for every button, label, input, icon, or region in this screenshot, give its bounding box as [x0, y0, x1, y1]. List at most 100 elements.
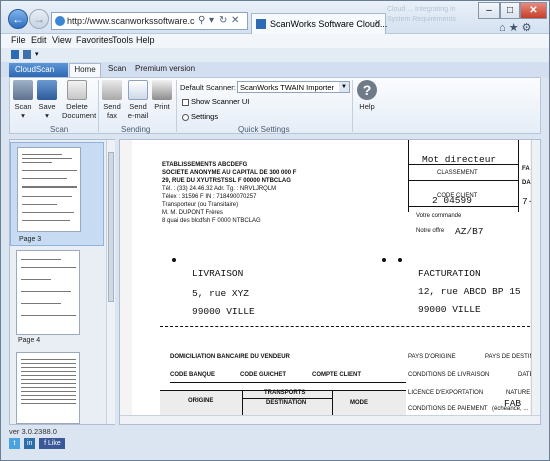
search-icon[interactable]: ⚲ [198, 15, 205, 26]
forward-button[interactable]: → [29, 9, 49, 29]
tab-home[interactable]: Home [69, 63, 101, 77]
group-label-scan: Scan [50, 125, 69, 134]
tab-scan[interactable]: Scan [108, 64, 126, 73]
thumbnail-label: Page 3 [19, 236, 42, 243]
doc-text: 2 04599 [432, 195, 472, 206]
close-tab-icon[interactable]: × [375, 17, 381, 29]
doc-text: FACTURATION [418, 268, 481, 279]
dot [398, 258, 402, 262]
floppy-disk-icon [37, 80, 57, 100]
close-window-button[interactable]: ✕ [520, 2, 547, 19]
doc-text: Tél. : (33) 24.46.32 Adr. Tg. : NRVLJRQL… [162, 186, 277, 192]
doc-text: Votre commande [416, 213, 462, 219]
doc-text: (échéance, ... [492, 406, 529, 412]
minimize-button[interactable]: – [478, 2, 500, 19]
print-button[interactable]: Print [152, 80, 172, 111]
toolbar-icons[interactable]: ⌂ ★ ⚙ [499, 21, 531, 34]
document-viewer[interactable]: ETABLISSEMENTS ABCDEFG SOCIETE ANONYME A… [119, 139, 541, 425]
site-favicon-icon [256, 19, 266, 29]
menu-edit[interactable]: Edit [31, 35, 47, 45]
doc-text: SOCIETE ANONYME AU CAPITAL DE 300 000 F [162, 170, 297, 176]
group-label-quick-settings: Quick Settings [238, 125, 290, 134]
linkedin-icon[interactable]: in [24, 438, 36, 449]
scanner-icon[interactable] [11, 50, 19, 59]
doc-text: NATURE [506, 390, 531, 396]
chevron-down-icon[interactable]: ▼ [339, 82, 349, 92]
doc-text: ETABLISSEMENTS ABCDEFG [162, 162, 248, 168]
refresh-icon[interactable]: ↻ [219, 15, 227, 26]
dropdown-icon[interactable]: ▾ [35, 50, 43, 59]
doc-text: DA [522, 180, 531, 186]
menu-view[interactable]: View [52, 35, 71, 45]
page-thumbnail [17, 147, 81, 232]
app-window: ← → http://www.scanworkssoftware.com/pro… [0, 0, 550, 461]
ie-icon [55, 16, 65, 26]
thumbnail-page-3[interactable]: Page 3 [10, 142, 104, 246]
doc-text: DOMICILIATION BANCAIRE DU VENDEUR [170, 354, 290, 360]
ribbon-tabs: CloudScan Home Scan Premium version [1, 62, 549, 77]
doc-text: Notre offre [416, 228, 445, 234]
send-fax-button[interactable]: Send fax [102, 80, 122, 120]
save-button[interactable]: Save ▾ [36, 80, 58, 120]
facebook-like-button[interactable]: f Like [39, 438, 66, 449]
fax-icon [102, 80, 122, 100]
stop-icon[interactable]: ✕ [231, 15, 239, 26]
tab-premium[interactable]: Premium version [135, 64, 195, 73]
browser-tab[interactable]: ScanWorks Software Cloud... × [251, 13, 387, 34]
document-page: ETABLISSEMENTS ABCDEFG SOCIETE ANONYME A… [132, 140, 534, 417]
maximize-button[interactable]: □ [500, 2, 520, 19]
doc-text: M. M. DUPONT Frères [162, 210, 223, 216]
scrollbar-thumb[interactable] [108, 152, 114, 302]
quick-access-toolbar: ▾ [1, 48, 549, 62]
thumbnail-panel: Page 3 Page 4 [9, 139, 115, 425]
thumbnail-scrollbar[interactable] [106, 140, 115, 424]
version-text: ver 3.0.2388.0 [9, 427, 57, 436]
scanner-select[interactable]: ScanWorks TWAIN Importer ▼ [237, 81, 350, 93]
scanner-icon [13, 80, 33, 100]
doc-text: Télex : 31596 F IN : 718490070257 [162, 194, 257, 200]
show-scanner-ui-checkbox[interactable]: Show Scanner UI [182, 97, 249, 106]
social-buttons: t in f Like [9, 438, 67, 450]
help-button[interactable]: ? Help [356, 80, 378, 111]
divider [160, 326, 530, 327]
send-email-button[interactable]: Send e-mail [126, 80, 150, 120]
document-vertical-scrollbar[interactable] [531, 140, 540, 416]
scan-button[interactable]: Scan ▾ [12, 80, 34, 120]
page-thumbnail [16, 352, 80, 424]
doc-text: CODE BANQUE [170, 372, 216, 378]
doc-text: COMPTE CLIENT [312, 372, 361, 378]
save-icon[interactable] [23, 50, 31, 59]
document-horizontal-scrollbar[interactable] [120, 415, 540, 424]
dropdown-icon[interactable]: ▾ [209, 15, 214, 26]
doc-text: CONDITIONS DE PAIEMENT [408, 406, 488, 412]
doc-text: 29, RUE DU XYUTRSTSSL F 00000 NTBCLAG [162, 178, 291, 184]
menu-help[interactable]: Help [136, 35, 155, 45]
app-menu-button[interactable]: CloudScan [9, 63, 68, 77]
doc-text: 99000 VILLE [192, 306, 255, 317]
menu-file[interactable]: File [11, 35, 26, 45]
menu-tools[interactable]: Tools [112, 35, 133, 45]
delete-document-button[interactable]: Delete Document [62, 80, 96, 120]
separator [98, 80, 99, 132]
twitter-icon[interactable]: t [9, 438, 20, 449]
settings-radio[interactable]: Settings [182, 112, 218, 121]
address-bar[interactable]: http://www.scanworkssoftware.com/product… [51, 12, 248, 30]
doc-text: PAYS DE DESTIN [485, 354, 534, 360]
doc-text: 12, rue ABCD BP 15 [418, 286, 521, 297]
menu-favorites[interactable]: Favorites [76, 35, 113, 45]
doc-text: DESTINATION [266, 400, 307, 406]
background-text: Cloud ... Integrating in System Requirem… [387, 6, 456, 23]
dot [172, 258, 176, 262]
doc-text: 5, rue XYZ [192, 288, 250, 299]
url-text: http://www.scanworkssoftware.com/product… [67, 16, 195, 26]
question-mark-icon: ? [357, 80, 377, 100]
group-label-sending: Sending [121, 125, 151, 134]
doc-text: Transporteur (ou Transitaire) [162, 202, 239, 208]
radio-icon[interactable] [182, 113, 189, 121]
browser-toolbar: ← → http://www.scanworkssoftware.com/pro… [1, 1, 549, 34]
doc-text: TRANSPORTS [264, 390, 306, 396]
separator [176, 80, 177, 132]
menu-bar: File Edit View Favorites Tools Help [1, 34, 549, 48]
back-button[interactable]: ← [8, 9, 28, 29]
checkbox-icon[interactable] [182, 98, 189, 106]
